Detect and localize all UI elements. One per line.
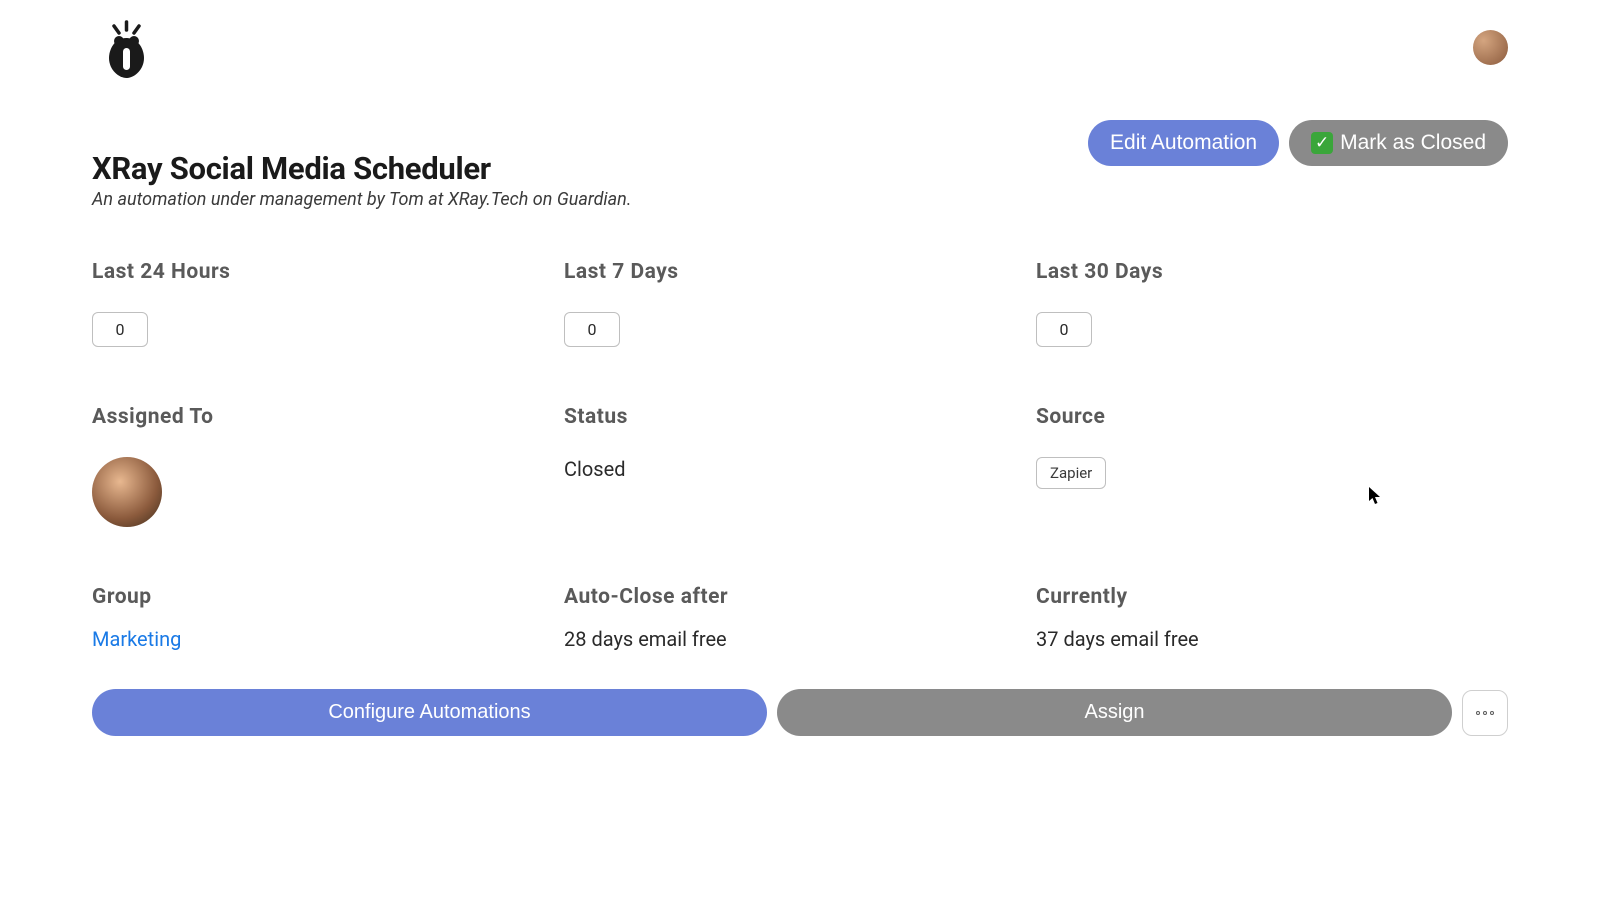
status-value: Closed [564, 457, 996, 481]
user-avatar[interactable] [1473, 30, 1508, 65]
stat-30d-value: 0 [1036, 312, 1092, 347]
more-options-button[interactable] [1462, 690, 1508, 736]
assigned-to-label: Assigned To [92, 405, 524, 429]
source-label: Source [1036, 405, 1468, 429]
stat-7d-label: Last 7 Days [564, 260, 996, 284]
currently-value: 37 days email free [1036, 627, 1468, 651]
assignee-avatar[interactable] [92, 457, 162, 527]
autoclose-value: 28 days email free [564, 627, 996, 651]
group-link[interactable]: Marketing [92, 627, 181, 651]
status-label: Status [564, 405, 996, 429]
page-subtitle: An automation under management by Tom at… [92, 189, 1508, 210]
currently-label: Currently [1036, 585, 1468, 609]
edit-automation-button[interactable]: Edit Automation [1088, 120, 1279, 166]
configure-automations-button[interactable]: Configure Automations [92, 689, 767, 736]
group-label: Group [92, 585, 524, 609]
stat-30d-label: Last 30 Days [1036, 260, 1468, 284]
mark-as-closed-button[interactable]: ✓ Mark as Closed [1289, 120, 1508, 166]
app-logo[interactable] [104, 20, 149, 80]
stat-24h-label: Last 24 Hours [92, 260, 524, 284]
checkmark-icon: ✓ [1311, 132, 1333, 154]
more-icon [1476, 711, 1494, 715]
assign-button[interactable]: Assign [777, 689, 1452, 736]
stat-7d-value: 0 [564, 312, 620, 347]
source-pill[interactable]: Zapier [1036, 457, 1106, 489]
autoclose-label: Auto-Close after [564, 585, 996, 609]
stat-24h-value: 0 [92, 312, 148, 347]
mark-closed-label: Mark as Closed [1340, 131, 1486, 154]
